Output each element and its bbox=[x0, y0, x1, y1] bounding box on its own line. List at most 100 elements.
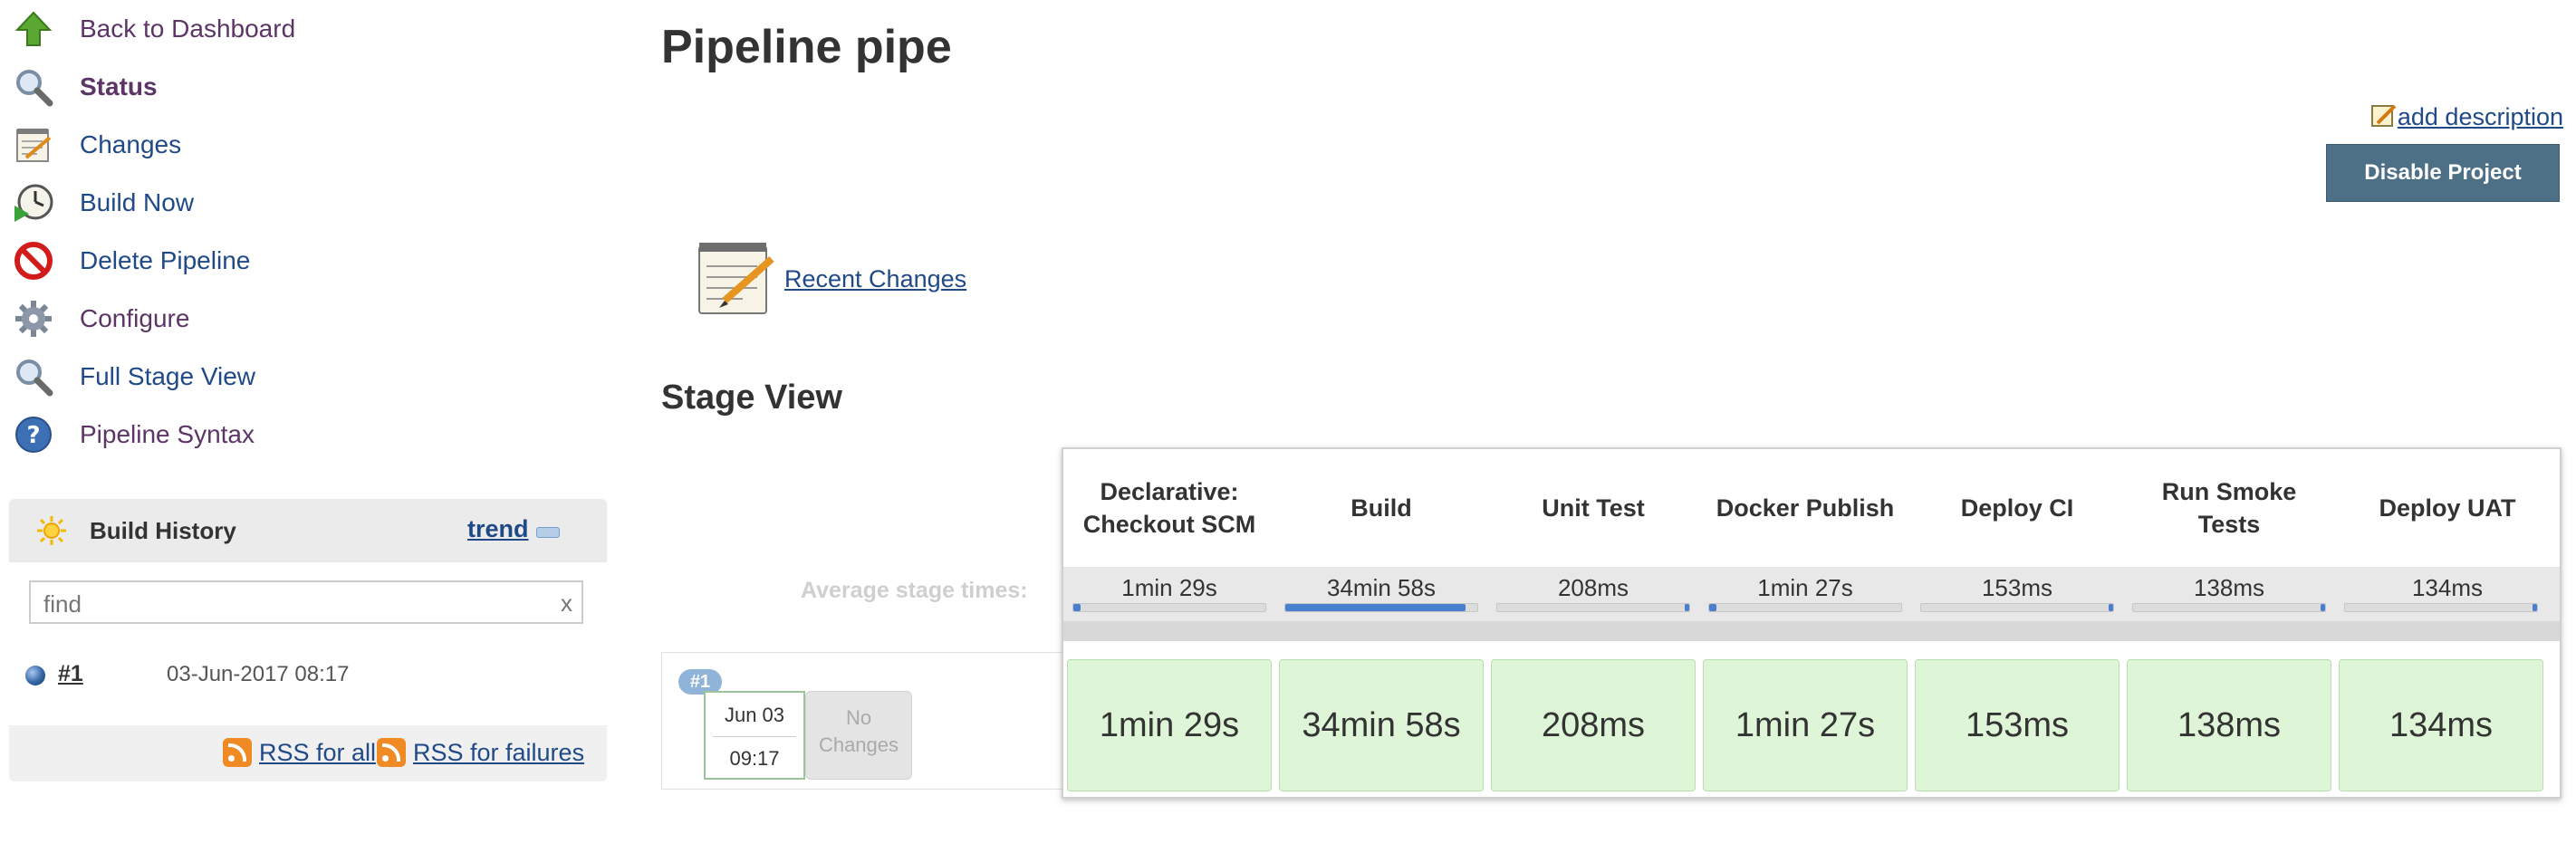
build-row: #1 03-Jun-2017 08:17 bbox=[9, 653, 607, 698]
rss-icon bbox=[377, 738, 406, 767]
stage-separator bbox=[1275, 621, 1487, 641]
task-changes[interactable]: Changes bbox=[13, 118, 181, 172]
stage-column: Deploy CI 153ms 153ms bbox=[1911, 449, 2123, 797]
task-configure[interactable]: Configure bbox=[13, 292, 189, 346]
stage-duration-cell[interactable]: 134ms bbox=[2339, 659, 2543, 791]
rss-icon bbox=[223, 738, 252, 767]
task-status[interactable]: Status bbox=[13, 60, 158, 114]
trend-link[interactable]: trend bbox=[467, 515, 529, 543]
up-arrow-icon bbox=[13, 8, 54, 50]
add-description-label: add description bbox=[2397, 103, 2563, 130]
blue-ball-status-icon bbox=[25, 666, 45, 685]
build-history-widget: Build History trend x #1 03-Jun-2017 08:… bbox=[9, 499, 607, 781]
build-search-field[interactable]: x bbox=[29, 580, 583, 624]
rss-all-label: RSS for all bbox=[259, 738, 377, 766]
no-changes-label: Changes bbox=[818, 733, 899, 756]
build-history-body: x #1 03-Jun-2017 08:17 bbox=[9, 562, 607, 725]
stage-average-bar-fill bbox=[2108, 604, 2113, 611]
clear-search-button[interactable]: x bbox=[561, 589, 572, 618]
stage-view-title: Stage View bbox=[661, 379, 842, 417]
stage-header: Unit Test bbox=[1542, 494, 1645, 522]
task-label: Pipeline Syntax bbox=[80, 420, 255, 448]
task-build-now[interactable]: Build Now bbox=[13, 176, 194, 230]
stage-separator bbox=[1699, 621, 1911, 641]
divider bbox=[713, 736, 796, 737]
run-date: Jun 03 bbox=[724, 704, 785, 726]
collapse-icon[interactable] bbox=[536, 527, 560, 538]
average-stage-times-label: Average stage times: bbox=[801, 578, 1028, 603]
stage-average-bar-fill bbox=[1285, 604, 1466, 611]
stage-average-bar-fill bbox=[1709, 604, 1717, 611]
build-history-title: Build History bbox=[90, 517, 236, 544]
stage-duration-cell[interactable]: 1min 29s bbox=[1067, 659, 1272, 791]
stage-header: Run Smoke Tests bbox=[2161, 478, 2297, 538]
stage-average-bar bbox=[1284, 603, 1478, 612]
task-label: Delete Pipeline bbox=[80, 246, 251, 274]
task-label: Changes bbox=[80, 130, 182, 158]
stage-duration-cell[interactable]: 208ms bbox=[1491, 659, 1696, 791]
task-label: Full Stage View bbox=[80, 362, 256, 390]
sun-icon bbox=[36, 515, 67, 546]
no-changes-box: No Changes bbox=[805, 691, 912, 780]
stage-duration-cell[interactable]: 1min 27s bbox=[1703, 659, 1908, 791]
build-history-footer: RSS for all RSS for failures bbox=[9, 725, 607, 781]
task-full-stage-view[interactable]: Full Stage View bbox=[13, 350, 255, 404]
disable-project-button[interactable]: Disable Project bbox=[2326, 144, 2560, 202]
gear-icon bbox=[13, 298, 54, 340]
stage-separator bbox=[1911, 621, 2123, 641]
stage-duration-cell[interactable]: 153ms bbox=[1915, 659, 2119, 791]
stage-average-bar bbox=[1072, 603, 1266, 612]
task-back-to-dashboard[interactable]: Back to Dashboard bbox=[13, 2, 295, 56]
stage-column: Build 34min 58s 34min 58s bbox=[1275, 449, 1487, 797]
stage-column: Run Smoke Tests 138ms 138ms bbox=[2123, 449, 2335, 797]
stage-header: Declarative: Checkout SCM bbox=[1082, 478, 1256, 538]
rss-all-link[interactable]: RSS for all bbox=[223, 738, 376, 767]
stage-average-bar bbox=[2344, 603, 2538, 612]
edit-note-icon bbox=[2370, 101, 2398, 133]
task-label: Configure bbox=[80, 304, 190, 332]
clock-play-icon bbox=[13, 182, 54, 224]
stage-header: Docker Publish bbox=[1716, 494, 1895, 522]
task-pipeline-syntax[interactable]: ? Pipeline Syntax bbox=[13, 407, 255, 462]
task-label: Back to Dashboard bbox=[80, 14, 296, 43]
build-number-link[interactable]: #1 bbox=[58, 661, 83, 687]
notepad-icon bbox=[13, 124, 54, 166]
recent-changes-link[interactable]: Recent Changes bbox=[694, 235, 966, 323]
stage-average-bar-fill bbox=[1073, 604, 1081, 611]
stage-duration-cell[interactable]: 34min 58s bbox=[1279, 659, 1484, 791]
svg-text:?: ? bbox=[26, 422, 40, 449]
no-changes-label: No bbox=[845, 706, 872, 729]
rss-failures-link[interactable]: RSS for failures bbox=[377, 738, 584, 767]
stage-average: 134ms bbox=[2335, 567, 2560, 621]
stage-average: 34min 58s bbox=[1275, 567, 1487, 621]
build-search-input[interactable] bbox=[42, 589, 534, 619]
stage-column: Declarative: Checkout SCM 1min 29s 1min … bbox=[1063, 449, 1275, 797]
recent-changes-label: Recent Changes bbox=[784, 265, 967, 292]
stage-average: 153ms bbox=[1911, 567, 2123, 621]
help-icon: ? bbox=[13, 414, 54, 455]
stage-header: Deploy CI bbox=[1960, 494, 2074, 522]
build-date: 03-Jun-2017 08:17 bbox=[167, 662, 350, 686]
notepad-icon bbox=[694, 235, 777, 323]
stage-column: Unit Test 208ms 208ms bbox=[1487, 449, 1699, 797]
task-delete-pipeline[interactable]: Delete Pipeline bbox=[13, 234, 250, 288]
rss-failures-label: RSS for failures bbox=[413, 738, 585, 766]
add-description-link[interactable]: add description bbox=[2370, 101, 2563, 133]
stage-column: Docker Publish 1min 27s 1min 27s bbox=[1699, 449, 1911, 797]
stage-column: Deploy UAT 134ms 134ms bbox=[2335, 449, 2560, 797]
no-entry-icon bbox=[13, 240, 54, 282]
stage-average-bar-fill bbox=[2532, 604, 2537, 611]
task-label: Status bbox=[80, 72, 158, 101]
stage-separator bbox=[1063, 621, 1275, 641]
stage-header: Deploy UAT bbox=[2379, 494, 2516, 522]
stage-separator bbox=[2335, 621, 2560, 641]
stage-average-bar-fill bbox=[2320, 604, 2325, 611]
magnifier-icon bbox=[13, 66, 54, 108]
build-run-row[interactable]: #1 Jun 03 09:17 No Changes bbox=[661, 652, 1062, 790]
stage-average: 138ms bbox=[2123, 567, 2335, 621]
stage-separator bbox=[2123, 621, 2335, 641]
stage-average-bar bbox=[1496, 603, 1690, 612]
stage-separator bbox=[1487, 621, 1699, 641]
stage-duration-cell[interactable]: 138ms bbox=[2127, 659, 2331, 791]
stage-average-bar-fill bbox=[1684, 604, 1689, 611]
